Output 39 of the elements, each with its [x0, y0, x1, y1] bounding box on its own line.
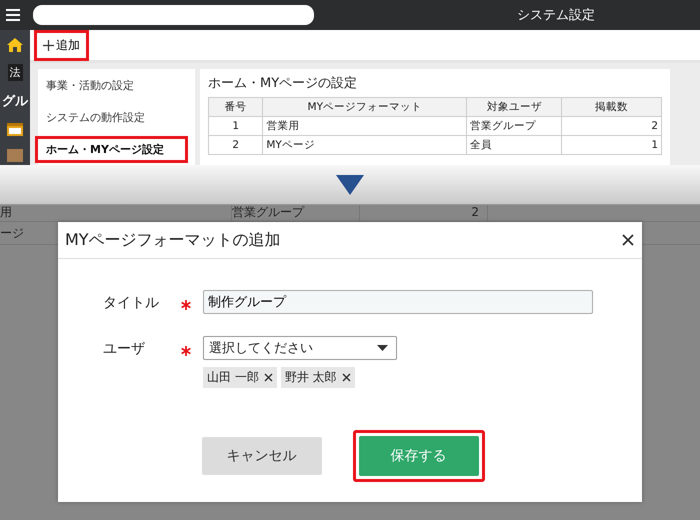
- column-header: 対象ユーザ: [466, 98, 562, 116]
- table-cell: 営業グループ: [466, 116, 562, 136]
- sidebar-item[interactable]: 法: [8, 64, 22, 81]
- table-cell: 1: [562, 136, 662, 154]
- user-dropdown[interactable]: 選択してください: [203, 336, 397, 360]
- chip-label: 野井 太郎: [284, 369, 337, 386]
- close-icon[interactable]: [622, 234, 634, 246]
- field-label: タイトル: [103, 294, 160, 312]
- window-title: システム設定: [517, 7, 595, 24]
- caret-icon: [377, 345, 388, 351]
- table-cell: 2: [208, 136, 263, 154]
- remove-icon[interactable]: [264, 373, 273, 382]
- table-cell: 営業用: [262, 116, 467, 136]
- table-cell: 全員: [466, 136, 562, 154]
- home-icon[interactable]: [6, 37, 24, 53]
- column-header: MYページフォーマット: [262, 98, 467, 116]
- menu-item[interactable]: ホーム・MYページ設定: [38, 139, 185, 160]
- remove-icon[interactable]: [342, 373, 351, 382]
- table-cell: 1: [208, 116, 263, 136]
- column-header: 番号: [208, 98, 263, 116]
- column-header: 掲載数: [562, 98, 662, 116]
- search-field[interactable]: [33, 5, 314, 25]
- calendar-icon[interactable]: [6, 121, 24, 137]
- down-arrow-icon: [336, 174, 364, 196]
- cancel-button[interactable]: キャンセル: [202, 437, 322, 475]
- folder-icon[interactable]: [6, 148, 24, 162]
- chip-label: 山田 一郎: [207, 369, 259, 386]
- table-cell: 2: [562, 116, 662, 136]
- table-cell: 用: [0, 205, 232, 221]
- plus-icon: [43, 40, 54, 50]
- add-button[interactable]: 追加: [37, 32, 86, 58]
- sidebar-item[interactable]: グル: [2, 92, 28, 110]
- menu-icon[interactable]: [6, 9, 20, 21]
- panel-title: ホーム・MYページの設定: [208, 75, 358, 92]
- table-cell: 営業グループ: [232, 205, 360, 221]
- table-cell: 2: [360, 205, 488, 221]
- table-cell: MYページ: [262, 136, 467, 154]
- field-label: ユーザ: [103, 340, 146, 358]
- title-field[interactable]: 制作グループ: [203, 290, 593, 314]
